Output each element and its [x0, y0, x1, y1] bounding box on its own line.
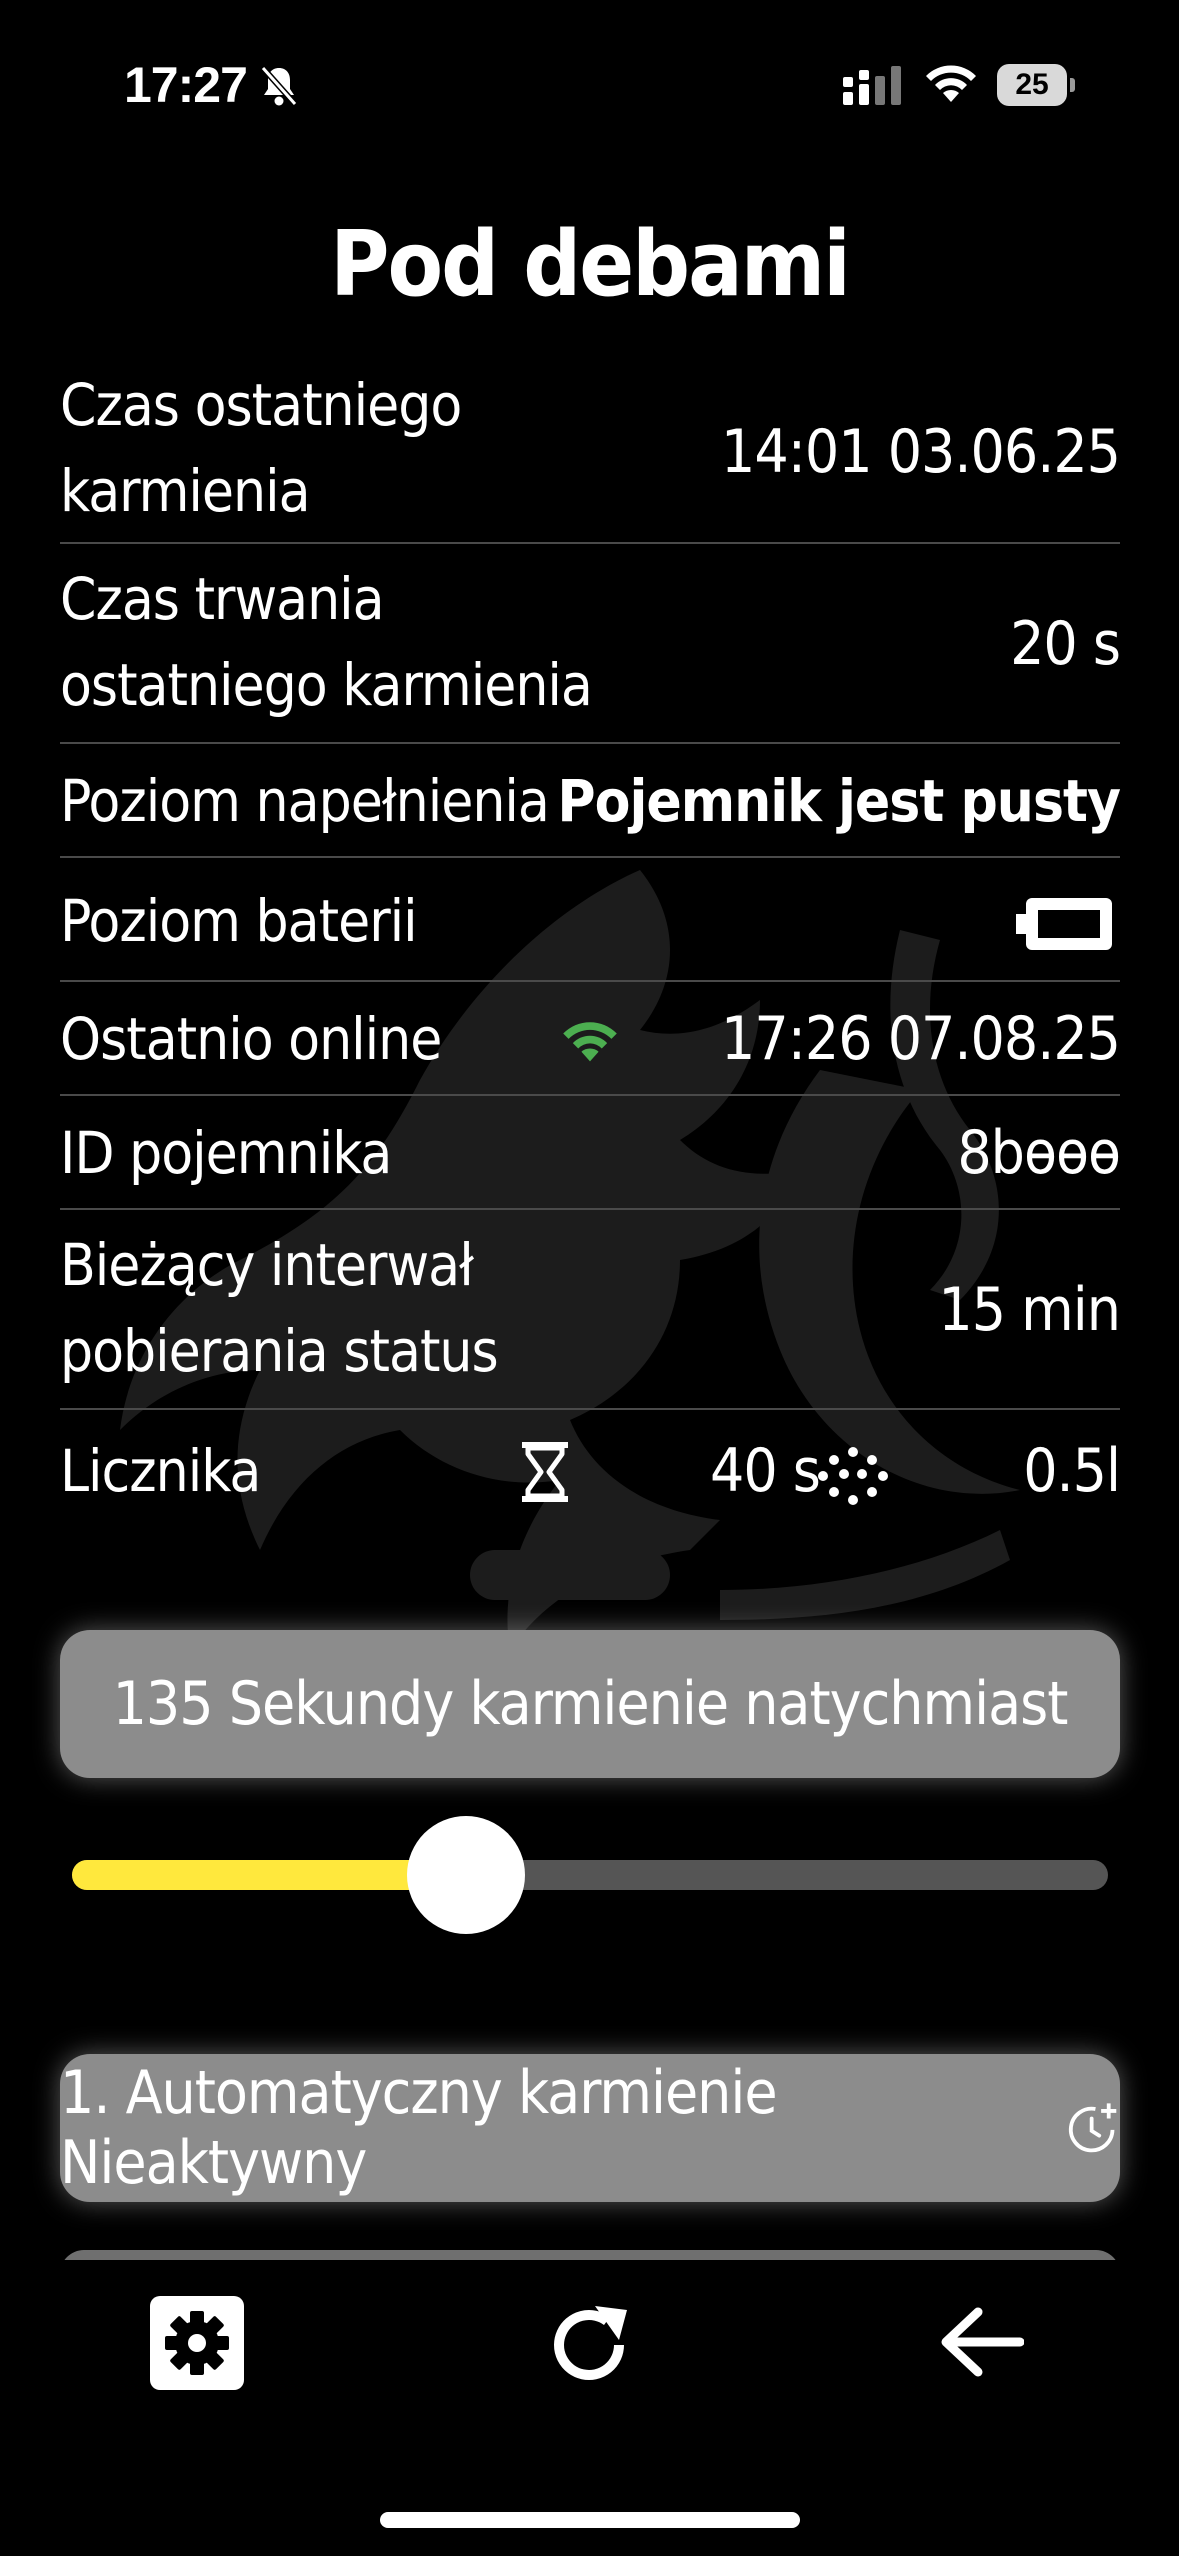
row-value: 8bөөө [957, 1118, 1121, 1188]
status-time: 17:27 [124, 57, 248, 113]
row-label: Poziom baterii [60, 887, 418, 955]
counter-time-value: 40 s [710, 1436, 821, 1506]
info-list: Czas ostatniego karmienia 14:01 03.06.25… [60, 360, 1121, 1528]
battery-percent: 25 [1015, 68, 1049, 101]
slider-thumb[interactable] [407, 1816, 525, 1934]
bell-slash-icon [260, 66, 298, 106]
hourglass-icon [522, 1442, 568, 1502]
row-last-feed-time: Czas ostatniego karmienia 14:01 03.06.25 [60, 360, 1121, 544]
row-fill-level: Poziom napełnienia Pojemnik jest pusty [60, 744, 1121, 858]
feed-now-button[interactable]: 135 Sekundy karmienie natychmiast [60, 1630, 1120, 1778]
back-arrow-icon[interactable] [938, 2306, 1024, 2378]
battery-icon: 25 [997, 64, 1075, 106]
row-label: Czas trwania ostatniego karmienia [60, 565, 593, 719]
auto-feed-button[interactable]: 1. Automatyczny karmienie Nieaktywny [60, 2054, 1120, 2202]
auto-feed-label: 1. Automatyczny karmienie Nieaktywny [60, 2058, 778, 2198]
row-counter: Licznika 40 s 0.5l [60, 1410, 1121, 1528]
cellular-signal-icon [843, 66, 901, 105]
row-label: Ostatnio online [60, 1005, 442, 1073]
row-battery-level: Poziom baterii [60, 858, 1120, 982]
row-label: Bieżący interwał pobierania status [60, 1231, 499, 1385]
row-last-feed-duration: Czas trwania ostatniego karmienia 20 s [60, 544, 1121, 744]
row-value: Pojemnik jest pusty [557, 767, 1121, 835]
spray-icon [818, 1447, 888, 1505]
row-status-interval: Bieżący interwał pobierania status 15 mi… [60, 1210, 1121, 1410]
page-title: Pod debami [330, 212, 851, 317]
settings-icon[interactable] [150, 2296, 244, 2390]
wifi-icon [926, 65, 976, 102]
status-bar: 17:27 25 [0, 0, 1179, 170]
counter-volume-value: 0.5l [1023, 1436, 1121, 1506]
row-label: Licznika [60, 1437, 261, 1505]
feed-now-label: 135 Sekundy karmienie natychmiast [112, 1669, 1069, 1739]
row-last-online: Ostatnio online 17:26 07.08.25 [60, 982, 1121, 1096]
clock-plus-icon [1068, 2103, 1117, 2153]
row-value: 20 s [1010, 609, 1121, 679]
row-label: ID pojemnika [60, 1119, 392, 1187]
row-value: 17:26 07.08.25 [721, 1004, 1121, 1074]
row-container-id: ID pojemnika 8bөөө [60, 1096, 1121, 1210]
row-label: Czas ostatniego karmienia [60, 371, 462, 525]
battery-empty-icon [1016, 898, 1112, 950]
row-label: Poziom napełnienia [60, 767, 550, 835]
wifi-icon [563, 1022, 617, 1062]
feed-duration-slider[interactable] [72, 1816, 1108, 1934]
home-indicator[interactable] [380, 2512, 800, 2528]
row-value: 14:01 03.06.25 [721, 417, 1121, 487]
refresh-icon[interactable] [545, 2300, 635, 2390]
row-value: 15 min [938, 1275, 1121, 1345]
